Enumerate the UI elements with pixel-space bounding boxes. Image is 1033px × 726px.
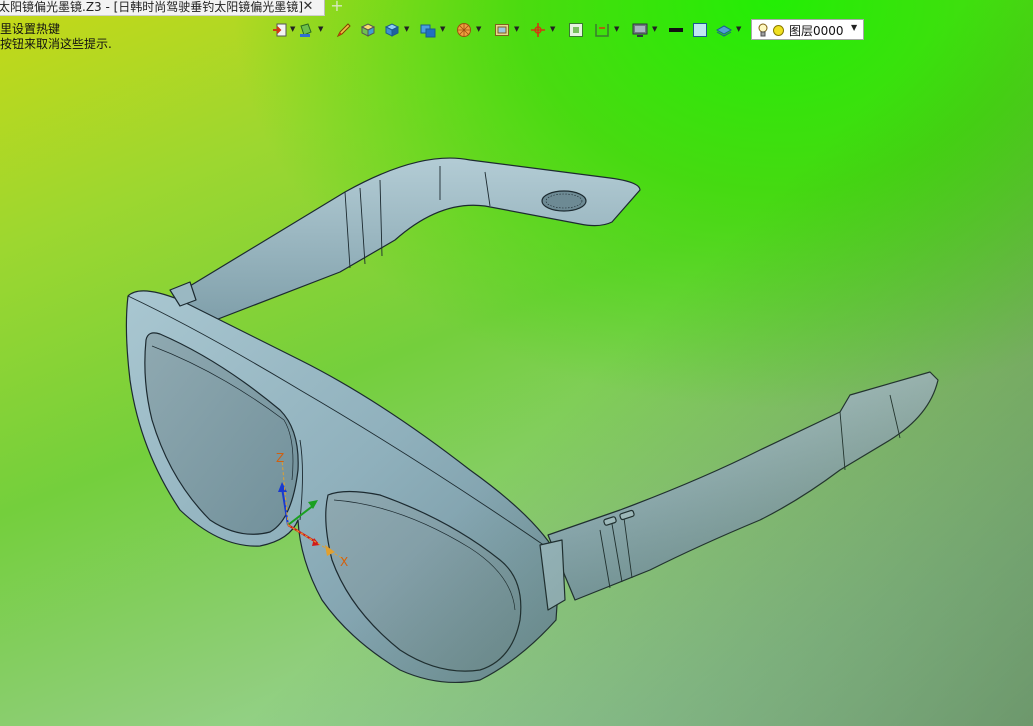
layer-select[interactable]: 图层0000 ▼ [751,19,864,40]
sunglasses-model[interactable]: Z X [0,0,1033,726]
document-tab[interactable]: 太阳镜偏光墨镜.Z3 - [日韩时尚驾驶垂钓太阳镜偏光墨镜] ✕ [0,0,325,16]
sketch-pencil-icon [336,23,351,38]
3d-viewport[interactable]: Z X [0,0,1033,726]
hint-line-2: 按钮来取消这些提示. [0,37,112,51]
document-tab-bar: 太阳镜偏光墨镜.Z3 - [日韩时尚驾驶垂钓太阳镜偏光墨镜] ✕ + [0,0,1033,16]
section-icon [595,24,609,37]
move-axes-icon [531,23,545,37]
axis-label-z: Z [276,451,284,465]
fill-color-swatch [693,23,707,37]
layer-color-dot [773,25,784,36]
layer-name: 图层0000 [789,24,844,38]
document-tab-title: 太阳镜偏光墨镜.Z3 - [日韩时尚驾驶垂钓太阳镜偏光墨镜] [0,0,303,14]
solid-box-icon [360,23,376,37]
axis-label-x: X [340,555,348,569]
lightbulb-icon[interactable] [757,23,769,37]
hint-text: 里设置热键 按钮来取消这些提示. [0,22,112,52]
close-tab-icon[interactable]: ✕ [301,0,315,15]
view-toolbar: ▼ ▼ ▼ ▼ ▼ ▼ ▼ ▼ ▼ ▼ 图层0000 ▼ [268,19,868,41]
layer-manager-icon [716,25,732,37]
monitor-icon [632,23,648,37]
import-icon [273,23,287,37]
chevron-down-icon[interactable]: ▼ [851,23,857,32]
fill-icon [300,23,312,37]
line-color-swatch [669,28,683,32]
hint-line-1: 里设置热键 [0,22,61,36]
render-sphere-icon [457,23,471,37]
shaded-cube-icon [384,23,400,37]
view-frame-icon [495,24,509,36]
display-mode-icon [420,24,436,38]
new-tab-icon[interactable]: + [330,0,344,14]
fit-view-icon [569,23,583,37]
back-temple [179,157,641,327]
